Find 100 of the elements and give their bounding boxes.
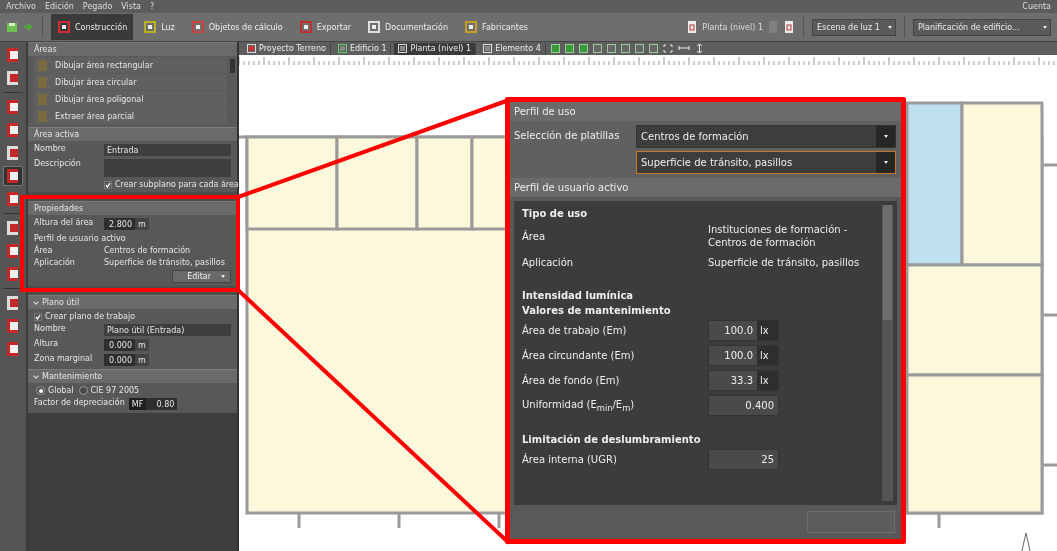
north-arrow-icon xyxy=(1020,532,1032,551)
area-icon xyxy=(38,110,47,122)
field-label: Nombre xyxy=(34,144,67,153)
field-value: Instituciones de formación - Centros de formación xyxy=(708,223,849,249)
mode-icon xyxy=(298,20,313,34)
radio-button[interactable] xyxy=(36,386,45,395)
level-label: Planta (nivel) 1 xyxy=(702,22,763,32)
mode-icon xyxy=(190,20,205,34)
section-header[interactable]: Mantenimiento xyxy=(28,369,237,383)
tab-icon xyxy=(483,44,493,53)
tab-icon xyxy=(247,44,256,53)
menu-item[interactable]: Pegado xyxy=(82,2,113,11)
value-field[interactable]: 100.0 lx xyxy=(708,345,779,366)
field-label: Área interna (UGR) xyxy=(522,454,618,465)
section-header[interactable]: Plano útil xyxy=(28,295,237,309)
field-label: Selección de platillas xyxy=(514,129,621,143)
field-label: Altura del área xyxy=(34,218,95,227)
mode-icon xyxy=(143,20,158,34)
area-icon xyxy=(38,76,47,88)
mode-tab[interactable]: Exportar xyxy=(292,14,358,40)
mode-icon xyxy=(367,20,382,34)
field-label: Área de trabajo (Em) xyxy=(522,325,628,336)
field-label: Área xyxy=(34,246,54,255)
section-header: Perfil de uso xyxy=(510,102,901,121)
field-label: Aplicación xyxy=(34,258,76,267)
menu-item[interactable]: ? xyxy=(150,2,155,11)
height-icon[interactable] xyxy=(694,44,704,53)
menu-item[interactable]: Vista xyxy=(121,2,141,11)
account-link[interactable]: Cuenta xyxy=(1022,2,1051,11)
light-scene-dropdown[interactable]: Escena de luz 1 xyxy=(812,18,896,36)
number-field[interactable]: 0.000 m xyxy=(104,354,149,366)
measure-icon[interactable] xyxy=(677,44,690,53)
value-field[interactable]: 33.3 lx xyxy=(708,370,779,391)
mode-tab[interactable]: Objetos de cálculo xyxy=(184,14,289,40)
value-field[interactable]: 25 xyxy=(708,449,779,470)
scrollbar[interactable] xyxy=(230,59,235,73)
field-label: Uniformidad (E$_{min}$/E$_{m}$) xyxy=(522,398,636,413)
section-header[interactable]: Propiedades xyxy=(28,201,237,215)
name-field[interactable]: Plano útil (Entrada) xyxy=(104,324,231,336)
field-label: Altura xyxy=(34,339,60,348)
save-icon[interactable] xyxy=(6,21,18,33)
draw-tool-button[interactable]: Dibujar área circular xyxy=(34,74,227,90)
menu-item[interactable]: Archivo xyxy=(6,2,36,11)
draw-tool-button[interactable]: Extraer área parcial xyxy=(34,108,227,124)
caret-icon xyxy=(888,25,892,29)
page-icon[interactable] xyxy=(686,20,699,34)
frame-icon[interactable] xyxy=(662,44,673,53)
section-heading: Intensidad lumínica xyxy=(522,290,635,301)
area-icon xyxy=(38,93,47,105)
description-field[interactable] xyxy=(104,159,231,177)
caret-icon xyxy=(221,275,225,278)
section-heading: Limitación de deslumbramiento xyxy=(522,434,702,445)
tab-icon xyxy=(398,44,408,53)
field-value: Centros de formación xyxy=(104,246,191,255)
field-label: Área de fondo (Em) xyxy=(522,375,621,386)
field-label: Aplicación xyxy=(522,257,575,268)
field-label: Área xyxy=(522,230,546,242)
template-dropdown[interactable]: Superficie de tránsito, pasillos xyxy=(636,151,896,174)
mode-tab[interactable]: Construcción xyxy=(51,14,134,40)
section-header[interactable]: Áreas xyxy=(28,42,237,56)
radio-button[interactable] xyxy=(78,386,88,395)
radio-label: Global xyxy=(48,386,74,395)
mode-icon xyxy=(464,20,479,34)
field-value: Superficie de tránsito, pasillos xyxy=(104,258,225,267)
field-label: Zona marginal xyxy=(34,354,94,363)
caret-icon xyxy=(1043,25,1047,29)
template-dropdown[interactable]: Centros de formación xyxy=(636,125,896,148)
tab-icon xyxy=(337,44,347,53)
scrollbar[interactable] xyxy=(882,205,893,501)
mode-tab[interactable]: Luz xyxy=(137,14,181,40)
radio-label: CIE 97 2005 xyxy=(90,386,140,395)
section-header[interactable]: Área activa xyxy=(28,127,237,141)
draw-tool-button[interactable]: Dibujar área rectangular xyxy=(34,57,227,73)
checkbox[interactable] xyxy=(104,180,112,189)
value-field[interactable]: 0.400 xyxy=(708,395,779,416)
field-label: Perfil de usuario activo xyxy=(34,234,127,243)
section-subheading: Valores de mantenimiento xyxy=(522,305,672,316)
edit-button[interactable]: Editar xyxy=(172,270,231,283)
menu-item[interactable]: Edición xyxy=(44,2,74,11)
height-field[interactable]: 2.800 m xyxy=(104,218,149,230)
factor-field[interactable]: MF 0.80 xyxy=(128,398,178,410)
checkbox[interactable] xyxy=(34,312,42,321)
page-icon[interactable] xyxy=(783,20,795,34)
name-field[interactable]: Entrada xyxy=(104,144,231,156)
mode-tab[interactable]: Fabricantes xyxy=(458,14,534,40)
section-header: Perfil de usuario activo xyxy=(510,178,901,197)
mode-tab[interactable]: Documentación xyxy=(361,14,455,40)
field-label: Factor de depreciación xyxy=(34,398,125,407)
tool-icon[interactable] xyxy=(4,167,22,185)
value-field[interactable]: 100.0 lx xyxy=(708,320,779,341)
checkbox-label: Crear subplano para cada área xyxy=(115,180,239,189)
view-dropdown[interactable]: Planificación de edificio... xyxy=(913,18,1051,36)
field-label: Área circundante (Em) xyxy=(522,350,636,361)
field-label: Descripción xyxy=(34,159,82,168)
field-label: Nombre xyxy=(34,324,67,333)
checkbox-label: Crear plano de trabajo xyxy=(45,312,136,321)
mode-icon xyxy=(57,20,71,34)
view-tab[interactable]: Planta (nivel) 1 xyxy=(394,42,477,55)
draw-tool-button[interactable]: Dibujar área poligonal xyxy=(34,91,227,107)
number-field[interactable]: 0.000 m xyxy=(104,339,149,351)
